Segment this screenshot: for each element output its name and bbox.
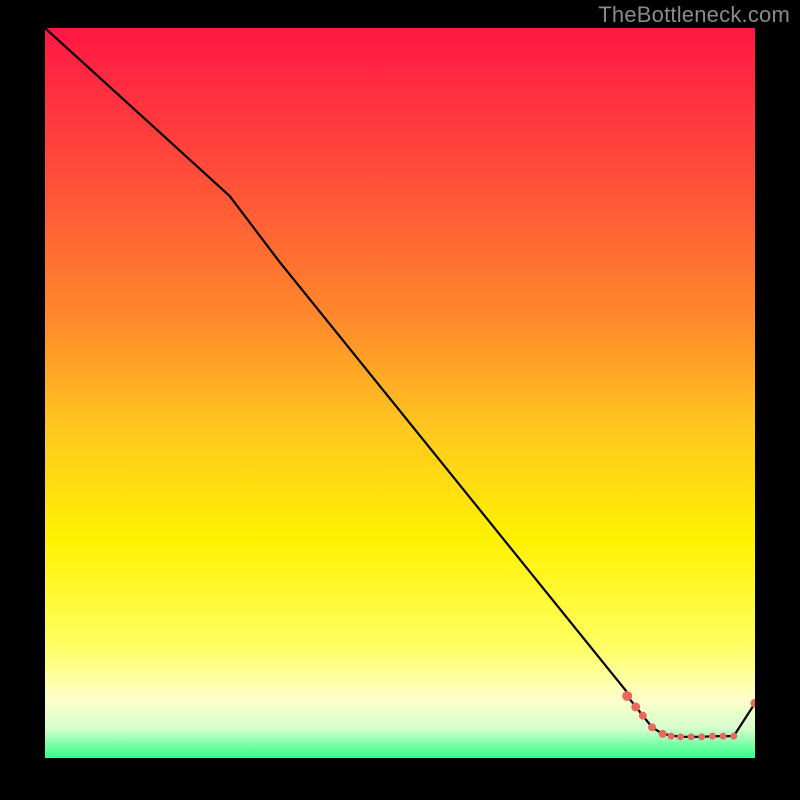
gradient-background [45, 28, 755, 758]
data-point [668, 733, 675, 740]
data-point [622, 691, 632, 701]
data-point [720, 733, 727, 740]
data-point [659, 730, 667, 738]
chart-svg [45, 28, 755, 758]
data-point [631, 702, 640, 711]
watermark-text: TheBottleneck.com [598, 2, 790, 28]
data-point [709, 733, 716, 740]
data-point [639, 712, 647, 720]
data-point [698, 733, 705, 740]
chart-frame: TheBottleneck.com [0, 0, 800, 800]
data-point [688, 733, 695, 740]
data-point [677, 733, 684, 740]
data-point [730, 733, 737, 740]
chart-plot [45, 28, 755, 758]
data-point [648, 723, 656, 731]
